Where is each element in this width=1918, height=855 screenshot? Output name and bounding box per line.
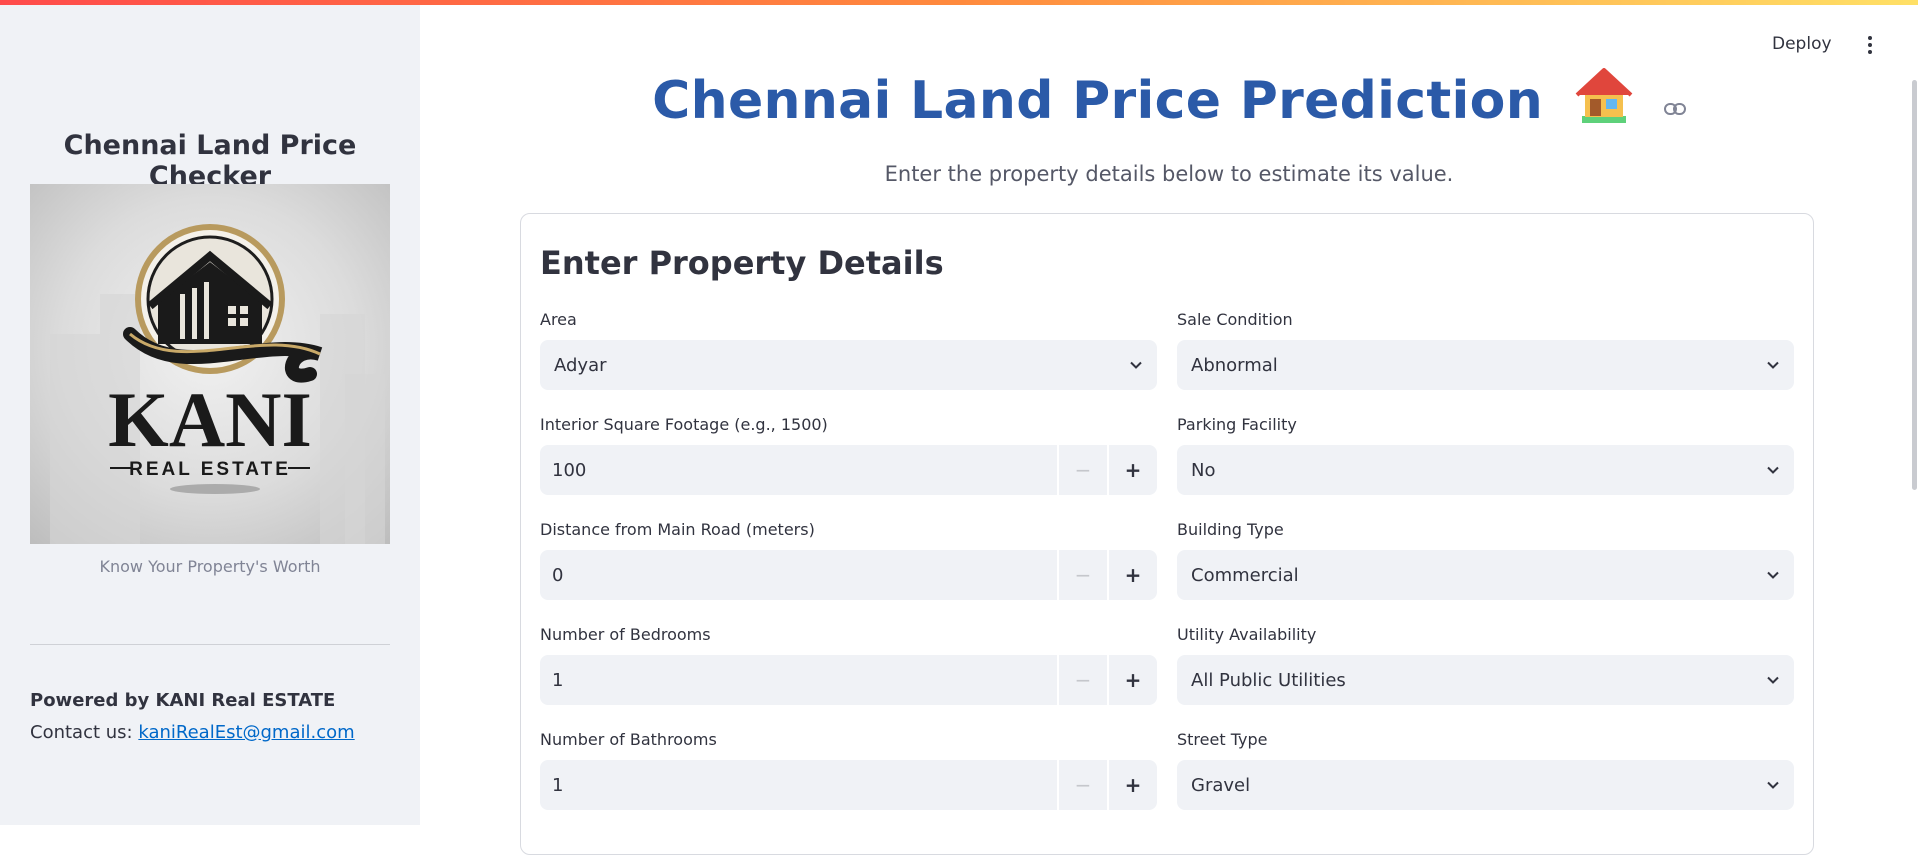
kani-real-estate-logo: KANI REAL ESTATE	[30, 184, 390, 544]
deploy-button[interactable]: Deploy	[1772, 34, 1832, 54]
main-scrollbar[interactable]	[1912, 80, 1917, 490]
interior-sqft-label: Interior Square Footage (e.g., 1500)	[540, 415, 828, 434]
bathrooms-decrement-button[interactable]: −	[1059, 760, 1107, 810]
chevron-down-icon	[1130, 361, 1142, 369]
bedrooms-input[interactable]: 1	[540, 655, 1057, 705]
bathrooms-increment-button[interactable]: +	[1109, 760, 1157, 810]
header-decoration-bar	[0, 0, 1918, 5]
sale-condition-select[interactable]: Abnormal	[1177, 340, 1794, 390]
svg-text:KANI: KANI	[108, 376, 312, 463]
sale-condition-label: Sale Condition	[1177, 310, 1293, 329]
bedrooms-decrement-button[interactable]: −	[1059, 655, 1107, 705]
parking-select[interactable]: No	[1177, 445, 1794, 495]
house-emoji-icon	[1575, 68, 1633, 137]
area-label: Area	[540, 310, 577, 329]
logo-emblem-icon: KANI REAL ESTATE	[108, 224, 323, 494]
sidebar-caption: Know Your Property's Worth	[99, 557, 321, 576]
building-type-select[interactable]: Commercial	[1177, 550, 1794, 600]
page-title: Chennai Land Price Prediction	[420, 68, 1918, 137]
street-type-label: Street Type	[1177, 730, 1268, 749]
sidebar-title: Chennai Land Price Checker	[63, 130, 357, 192]
anchor-link-icon[interactable]	[1663, 69, 1686, 129]
interior-sqft-decrement-button[interactable]: −	[1059, 445, 1107, 495]
interior-sqft-increment-button[interactable]: +	[1109, 445, 1157, 495]
page-subtitle: Enter the property details below to esti…	[884, 162, 1454, 186]
distance-stepper: 0 − +	[540, 550, 1157, 600]
bedrooms-label: Number of Bedrooms	[540, 625, 711, 644]
area-select[interactable]: Adyar	[540, 340, 1157, 390]
street-type-value: Gravel	[1191, 774, 1251, 796]
contact-label: Contact us:	[30, 722, 133, 743]
street-type-select[interactable]: Gravel	[1177, 760, 1794, 810]
utility-value: All Public Utilities	[1191, 669, 1346, 691]
chevron-down-icon	[1767, 781, 1779, 789]
form-title: Enter Property Details	[540, 244, 944, 282]
bathrooms-stepper: 1 − +	[540, 760, 1157, 810]
distance-decrement-button[interactable]: −	[1059, 550, 1107, 600]
sidebar: Chennai Land Price Checker KANI REAL EST…	[0, 0, 420, 825]
interior-sqft-input[interactable]: 100	[540, 445, 1057, 495]
parking-label: Parking Facility	[1177, 415, 1297, 434]
utility-select[interactable]: All Public Utilities	[1177, 655, 1794, 705]
distance-label: Distance from Main Road (meters)	[540, 520, 815, 539]
contact-email-link[interactable]: kaniRealEst@gmail.com	[138, 722, 354, 743]
vertical-ellipsis-icon[interactable]	[1866, 36, 1874, 58]
bedrooms-increment-button[interactable]: +	[1109, 655, 1157, 705]
svg-text:REAL ESTATE: REAL ESTATE	[129, 459, 291, 480]
area-value: Adyar	[554, 354, 607, 376]
distance-input[interactable]: 0	[540, 550, 1057, 600]
chevron-down-icon	[1767, 361, 1779, 369]
bedrooms-stepper: 1 − +	[540, 655, 1157, 705]
contact-line: Contact us: kaniRealEst@gmail.com	[30, 722, 355, 743]
chevron-down-icon	[1767, 676, 1779, 684]
parking-value: No	[1191, 459, 1216, 481]
utility-label: Utility Availability	[1177, 625, 1317, 644]
bathrooms-input[interactable]: 1	[540, 760, 1057, 810]
sidebar-divider	[30, 644, 390, 645]
interior-sqft-stepper: 100 − +	[540, 445, 1157, 495]
building-type-value: Commercial	[1191, 564, 1299, 586]
bathrooms-label: Number of Bathrooms	[540, 730, 717, 749]
distance-increment-button[interactable]: +	[1109, 550, 1157, 600]
powered-by-text: Powered by KANI Real ESTATE	[30, 690, 336, 711]
building-type-label: Building Type	[1177, 520, 1284, 539]
chevron-down-icon	[1767, 466, 1779, 474]
chevron-down-icon	[1767, 571, 1779, 579]
sale-condition-value: Abnormal	[1191, 354, 1278, 376]
page-title-text: Chennai Land Price Prediction	[652, 71, 1544, 131]
